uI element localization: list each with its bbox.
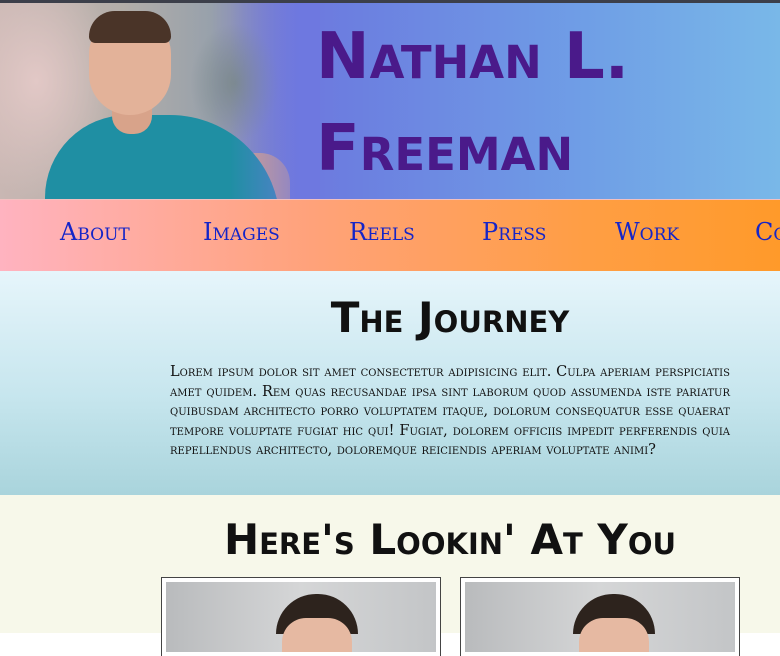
nav-link-press[interactable]: Press <box>482 218 546 246</box>
site-title-line1: Nathan L. <box>316 20 630 94</box>
main-nav: About Images Reels Press Work Co <box>0 199 780 272</box>
journey-text: Lorem ipsum dolor sit amet consectetur a… <box>170 364 730 458</box>
nav-link-reels[interactable]: Reels <box>349 218 415 246</box>
nav-link-contact[interactable]: Co <box>755 218 780 246</box>
site-header: Nathan L. Freeman <box>0 3 780 199</box>
gallery-section: Here's Lookin' At You <box>0 495 780 656</box>
gallery-photo[interactable] <box>162 578 440 656</box>
journey-heading: The Journey <box>330 293 570 342</box>
site-title-line2: Freeman <box>316 112 574 186</box>
nav-link-about[interactable]: About <box>60 218 130 246</box>
gallery-photo[interactable] <box>461 578 739 656</box>
site-title: Nathan L. Freeman <box>316 11 629 195</box>
gallery-heading: Here's Lookin' At You <box>223 515 677 564</box>
journey-section: The Journey Lorem ipsum dolor sit amet c… <box>0 271 780 495</box>
nav-link-work[interactable]: Work <box>615 218 679 246</box>
nav-link-images[interactable]: Images <box>203 218 280 246</box>
